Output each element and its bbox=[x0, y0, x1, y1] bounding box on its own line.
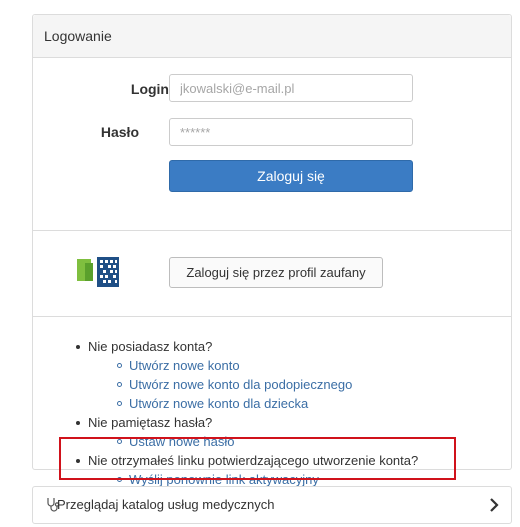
help-links: Nie posiadasz konta? Utwórz nowe konto U… bbox=[33, 317, 511, 489]
panel-header: Logowanie bbox=[33, 15, 511, 58]
login-label: Login bbox=[130, 81, 169, 97]
list-item: Nie pamiętasz hasła? Ustaw nowe hasło bbox=[76, 413, 511, 451]
login-input[interactable] bbox=[169, 74, 413, 102]
create-ward-account-link[interactable]: Utwórz nowe konto dla podopiecznego bbox=[129, 377, 352, 392]
password-label: Hasło bbox=[100, 124, 139, 140]
list-item: Nie otrzymałeś linku potwierdzającego ut… bbox=[76, 451, 511, 489]
list-item: Utwórz nowe konto bbox=[117, 356, 511, 375]
login-form: Login Hasło Zaloguj się bbox=[33, 58, 511, 231]
reset-password-link[interactable]: Ustaw nowe hasło bbox=[129, 434, 235, 449]
chevron-right-icon bbox=[490, 498, 499, 512]
create-child-account-link[interactable]: Utwórz nowe konto dla dziecka bbox=[129, 396, 308, 411]
help-list: Nie posiadasz konta? Utwórz nowe konto U… bbox=[33, 337, 511, 489]
no-account-text: Nie posiadasz konta? bbox=[88, 339, 213, 354]
list-item: Ustaw nowe hasło bbox=[117, 432, 511, 451]
list-item: Nie posiadasz konta? Utwórz nowe konto U… bbox=[76, 337, 511, 413]
list-item: Utwórz nowe konto dla podopiecznego bbox=[117, 375, 511, 394]
trusted-profile-section: Zaloguj się przez profil zaufany bbox=[33, 231, 511, 317]
list-item: Utwórz nowe konto dla dziecka bbox=[117, 394, 511, 413]
login-submit-button[interactable]: Zaloguj się bbox=[169, 160, 413, 192]
trusted-profile-login-button[interactable]: Zaloguj się przez profil zaufany bbox=[169, 257, 383, 288]
login-panel: Logowanie Login Hasło Zaloguj się Zalogu… bbox=[32, 14, 512, 487]
resend-activation-link[interactable]: Wyślij ponownie link aktywacyjny bbox=[129, 472, 319, 487]
catalog-link[interactable]: Przeglądaj katalog usług medycznych bbox=[32, 486, 512, 524]
no-activation-text: Nie otrzymałeś linku potwierdzającego ut… bbox=[88, 453, 419, 468]
forgot-password-text: Nie pamiętasz hasła? bbox=[88, 415, 213, 430]
password-input[interactable] bbox=[169, 118, 413, 146]
create-account-link[interactable]: Utwórz nowe konto bbox=[129, 358, 240, 373]
catalog-label: Przeglądaj katalog usług medycznych bbox=[57, 497, 275, 512]
profil-zaufany-logo-icon bbox=[77, 257, 119, 287]
